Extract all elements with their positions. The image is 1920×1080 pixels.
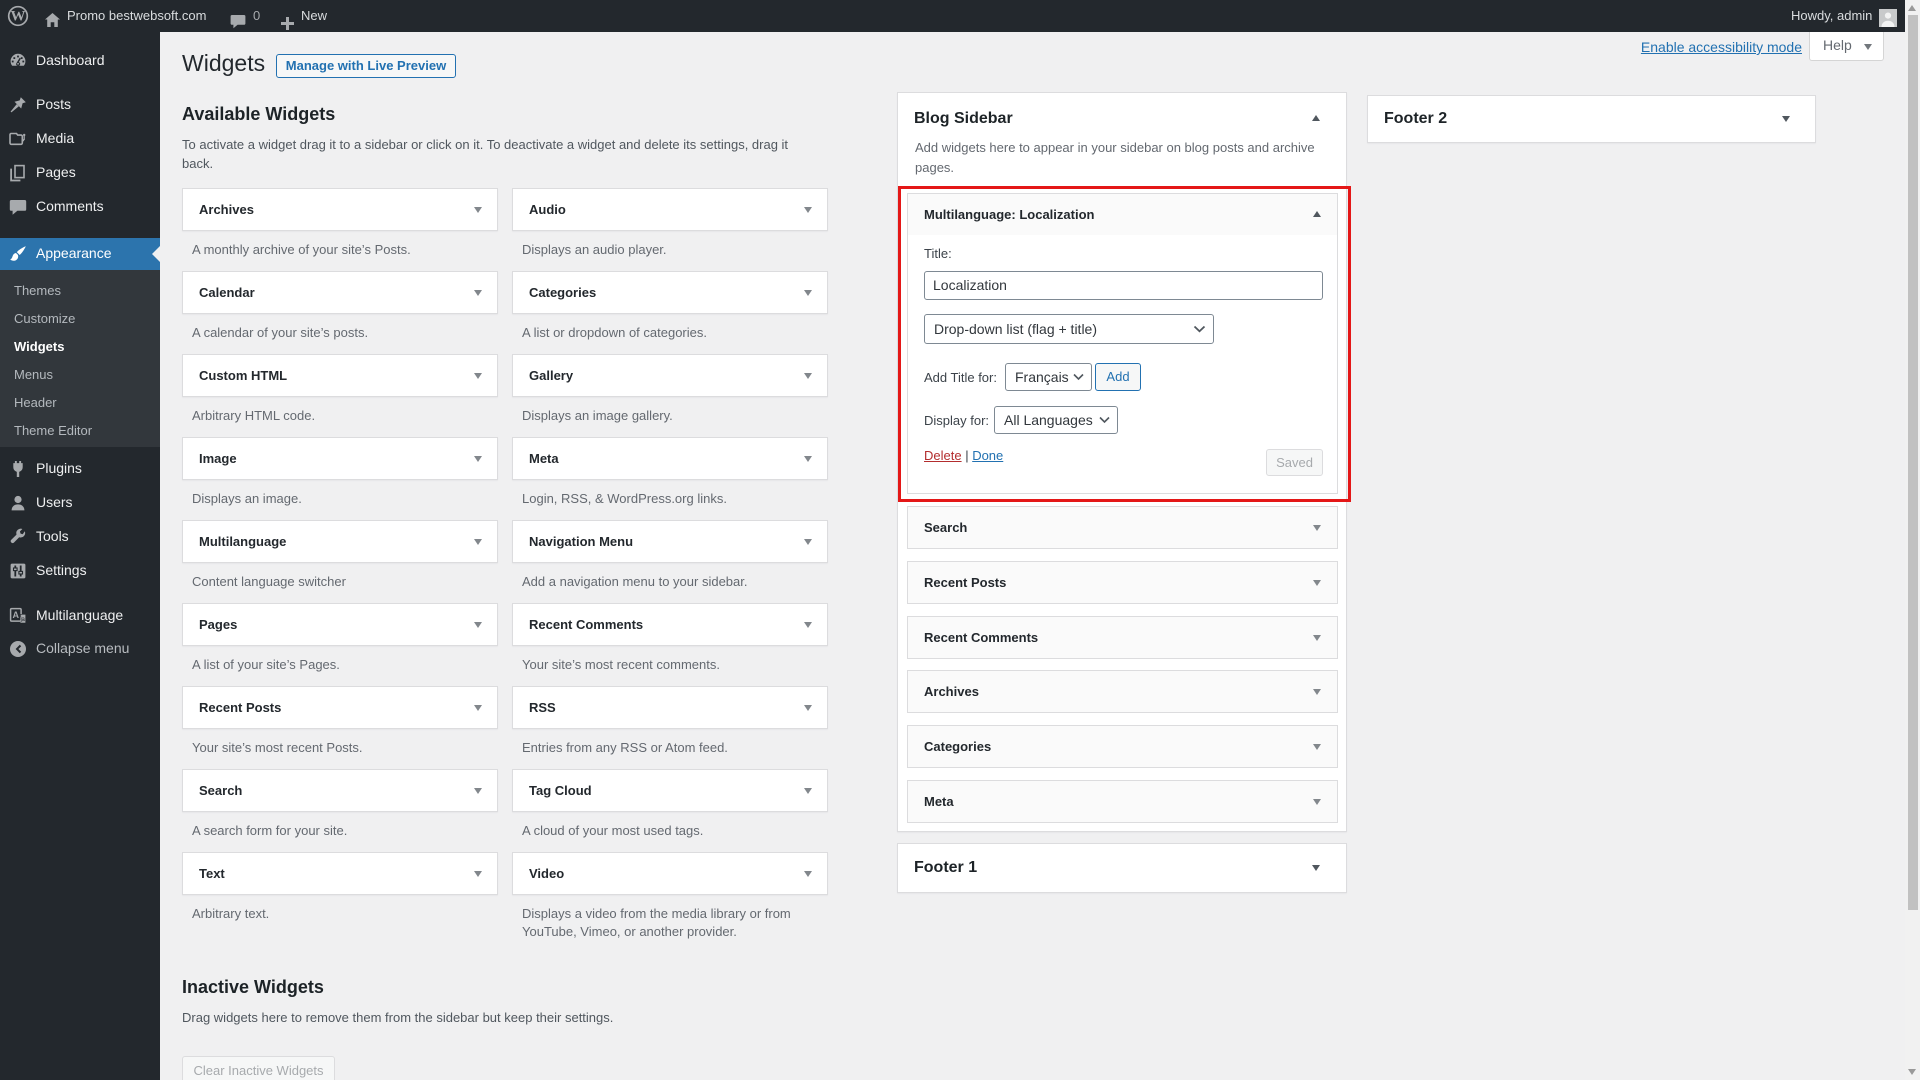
- svg-text:W: W: [11, 9, 26, 25]
- svg-text:A: A: [13, 610, 20, 620]
- svg-text:a: a: [21, 616, 25, 623]
